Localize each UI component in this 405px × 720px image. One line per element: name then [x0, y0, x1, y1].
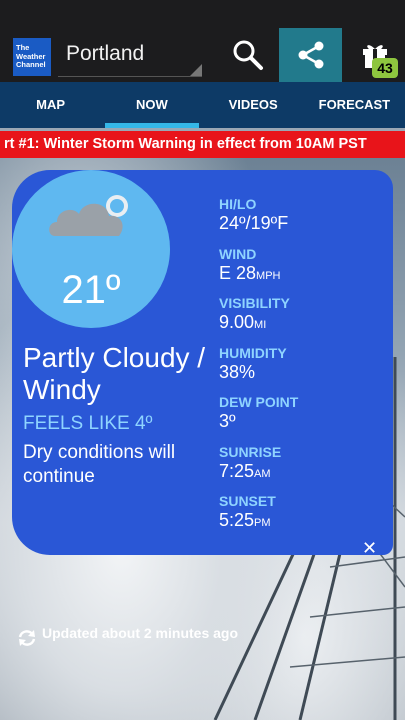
alert-text: rt #1: Winter Storm Warning in effect fr…: [4, 136, 367, 152]
stat-value: 3º: [219, 411, 236, 431]
stat-value: 9.00MI: [219, 312, 267, 332]
tab-bar: MAP NOW VIDEOS FORECAST: [0, 82, 405, 128]
notification-badge: 43: [372, 58, 398, 78]
stat-label: SUNRISE: [219, 443, 282, 460]
logo-line: Channel: [16, 60, 46, 69]
stat-value: 7:25AM: [219, 460, 271, 481]
close-icon[interactable]: ✕: [362, 538, 377, 559]
tab-map[interactable]: MAP: [0, 82, 101, 128]
share-icon: [298, 41, 324, 69]
stat-value: 5:25PM: [219, 510, 271, 530]
temperature-circle: 21º: [12, 170, 170, 328]
refresh-icon: [18, 630, 36, 646]
stat-label: SUNSET: [219, 493, 276, 509]
tab-forecast[interactable]: FORECAST: [304, 82, 405, 128]
current-temperature: 21º: [61, 268, 121, 312]
stat-value: 38%: [219, 361, 256, 382]
stat-label: VISIBILITY: [219, 295, 290, 311]
stat-humidity: HUMIDITY 38%: [219, 345, 298, 395]
stat-label: HI/LO: [219, 196, 257, 212]
share-button[interactable]: [279, 28, 342, 82]
conditions-summary: Dry conditions will continue: [23, 442, 176, 487]
partly-cloudy-icon: [49, 195, 128, 236]
stat-visibility: VISIBILITY 9.00MI: [219, 295, 298, 345]
dropdown-caret-icon[interactable]: [190, 64, 202, 76]
action-bar: The Weather Channel Portland 43: [0, 0, 405, 82]
stat-label: DEW POINT: [219, 394, 299, 410]
updated-text: Updated about 2 minutes ago: [42, 625, 239, 641]
current-conditions-card: 21º Partly Cloudy / Windy FEELS LIKE 4º …: [12, 170, 393, 555]
tab-videos[interactable]: VIDEOS: [203, 82, 304, 128]
stat-hilo: HI/LO 24º/19ºF: [219, 196, 298, 246]
feels-like: FEELS LIKE 4º: [23, 413, 153, 434]
condition-text: Partly Cloudy / Windy: [23, 342, 206, 405]
tab-now[interactable]: NOW: [101, 82, 202, 128]
stat-label: WIND: [219, 245, 257, 262]
stats-list: HI/LO 24º/19ºF WIND E 28MPH VISIBILITY 9…: [219, 196, 298, 543]
alert-ticker[interactable]: rt #1: Winter Storm Warning in effect fr…: [0, 131, 405, 158]
stat-sunrise: SUNRISE 7:25AM: [219, 444, 298, 494]
stat-value: 24º/19ºF: [219, 213, 289, 233]
weather-channel-logo[interactable]: The Weather Channel: [13, 38, 51, 76]
city-underline: [58, 76, 202, 77]
stat-sunset: SUNSET 5:25PM: [219, 493, 298, 543]
stat-dew-point: DEW POINT 3º: [219, 394, 298, 444]
city-selector[interactable]: Portland: [66, 42, 144, 66]
search-icon[interactable]: [231, 38, 265, 72]
stat-wind: WIND E 28MPH: [219, 246, 298, 296]
stat-label: HUMIDITY: [219, 344, 287, 361]
stat-value: E 28MPH: [219, 262, 281, 283]
